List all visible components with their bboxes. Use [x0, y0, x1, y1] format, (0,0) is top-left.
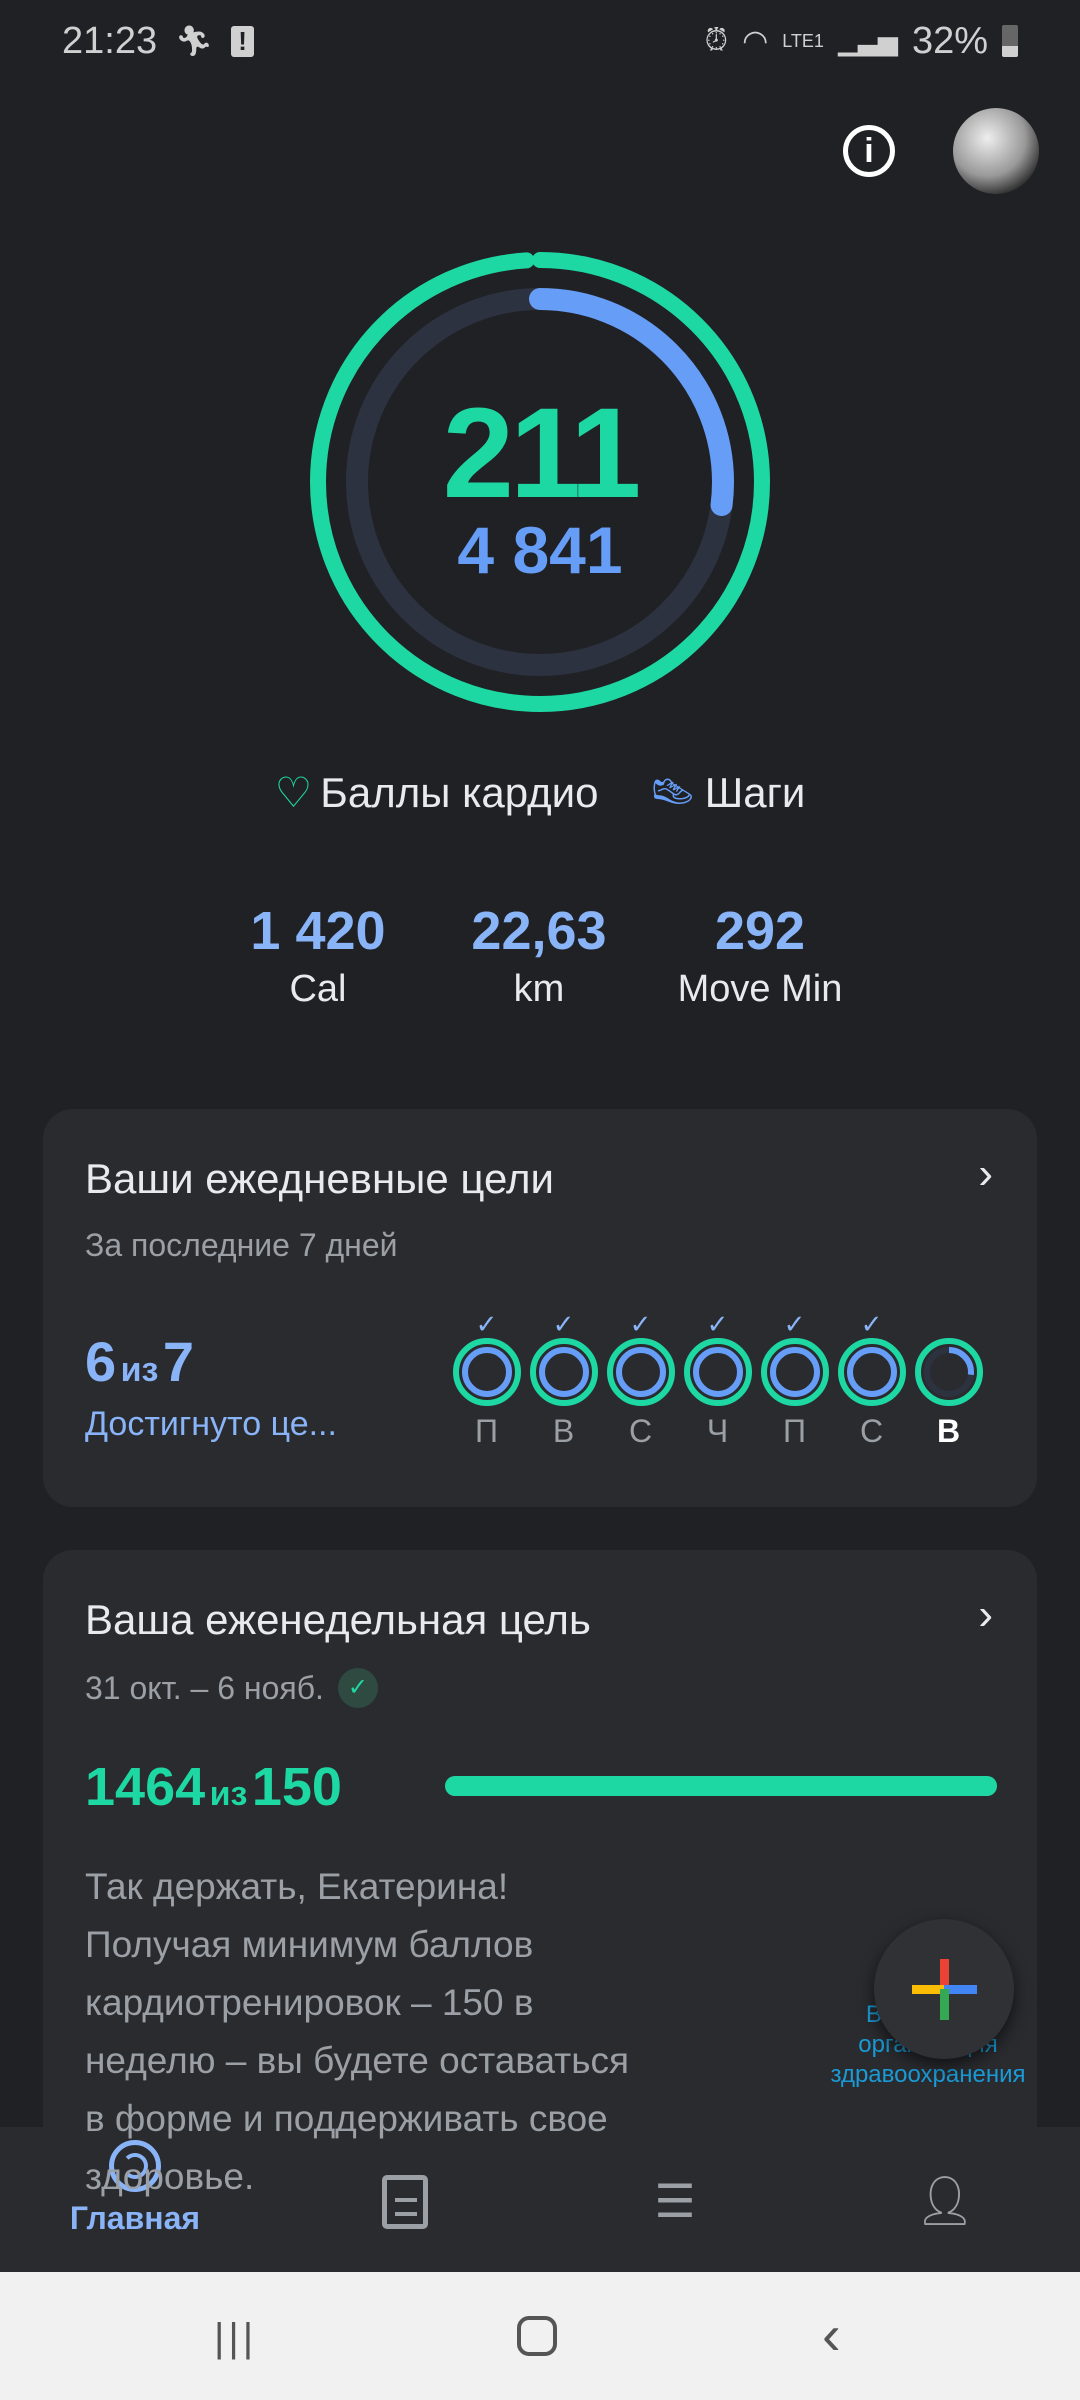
profile-icon: 👤︎	[914, 2175, 976, 2228]
chevron-right-icon[interactable]: ›	[978, 1149, 993, 1199]
day-label: Ч	[706, 1413, 729, 1449]
weekly-goal-target: 150	[251, 1757, 342, 1817]
chevron-right-icon[interactable]: ›	[978, 1590, 993, 1640]
steps-value: 4 841	[457, 513, 623, 587]
wifi-icon: ◠	[742, 24, 769, 58]
stat-label: Cal	[289, 968, 347, 1010]
weekly-progress-fill	[445, 1776, 997, 1796]
message-line: кардиотренировок – 150 в	[85, 1982, 534, 2023]
day-label: П	[475, 1413, 498, 1449]
check-icon: ✓	[783, 1309, 806, 1339]
stat-value: 1 420	[250, 901, 386, 961]
lte-label: LTE1	[782, 30, 824, 51]
day-goal: ✓ П	[756, 1309, 833, 1450]
day-label: П	[783, 1413, 806, 1449]
weekly-value: 1464	[85, 1757, 206, 1817]
plus-icon	[912, 1959, 977, 2020]
message-line: в форме и поддерживать свое	[85, 2098, 608, 2139]
day-label: С	[859, 1413, 884, 1449]
day-ring	[760, 1338, 829, 1406]
day-goal: В	[910, 1309, 987, 1450]
check-badge-icon: ✓	[337, 1668, 378, 1708]
stat-distance: 22,63 km	[439, 900, 639, 1011]
cardio-label: Баллы кардио	[320, 768, 599, 816]
daily-goals-card[interactable]: Ваши ежедневные цели › За последние 7 дн…	[43, 1109, 1037, 1507]
who-line: здравоохранения	[830, 2061, 1026, 2088]
shoe-icon: 👟︎	[648, 771, 697, 814]
day-label: С	[628, 1413, 653, 1449]
days-row: ✓ П ✓ В ✓ С ✓ Ч ✓ П ✓ С В	[448, 1309, 987, 1450]
alert-notification-icon: !	[231, 25, 254, 57]
stat-value: 292	[714, 901, 806, 961]
weekly-dates: 31 окт. – 6 нояб.	[85, 1669, 324, 1706]
day-ring	[914, 1338, 983, 1406]
day-goal: ✓ С	[833, 1309, 910, 1450]
heart-icon: ♡	[274, 769, 313, 816]
weekly-progress-bar	[445, 1776, 997, 1796]
alarm-icon: ⏰︎	[704, 24, 729, 57]
info-icon: i	[864, 132, 874, 170]
browse-list-icon: ☰	[654, 2175, 696, 2227]
day-ring	[529, 1338, 598, 1406]
check-icon: ✓	[552, 1309, 575, 1339]
battery-percent: 32%	[911, 19, 988, 62]
fitness-notification-icon: 🏃︎	[175, 24, 214, 58]
daily-goals-title: Ваши ежедневные цели	[85, 1155, 554, 1202]
day-ring	[606, 1338, 675, 1406]
daily-goals-subtitle: За последние 7 дней	[85, 1227, 398, 1263]
recent-apps-icon[interactable]: |||	[214, 2316, 257, 2361]
check-icon: ✓	[706, 1309, 729, 1339]
total-count: 7	[162, 1330, 195, 1393]
message-line: неделю – вы будете оставаться	[85, 2040, 630, 2081]
ring-legend: ♡ Баллы кардио 👟︎ Шаги	[0, 768, 1080, 817]
goals-achieved: 6 из 7	[85, 1329, 194, 1394]
message-line: Получая минимум баллов	[85, 1924, 534, 1965]
day-goal: ✓ Ч	[679, 1309, 756, 1450]
achieved-count: 6	[85, 1330, 117, 1393]
check-icon: ✓	[475, 1309, 498, 1339]
stat-move-min: 292 Move Min	[640, 900, 880, 1011]
day-goal: ✓ С	[602, 1309, 679, 1450]
steps-label: Шаги	[704, 768, 806, 816]
of-label: из	[120, 1351, 159, 1389]
weekly-message: Так держать, Екатерина! Получая минимум …	[85, 1858, 629, 2206]
clock: 21:23	[62, 19, 158, 62]
day-label: В	[936, 1413, 961, 1449]
check-icon: ✓	[629, 1309, 652, 1339]
day-ring	[837, 1338, 906, 1406]
avatar[interactable]	[953, 108, 1039, 194]
info-button[interactable]: i	[843, 125, 895, 177]
system-navigation-bar: ||| ‹	[0, 2272, 1080, 2400]
back-icon[interactable]: ‹	[822, 2302, 841, 2367]
check-icon: ✓	[860, 1309, 883, 1339]
weekly-goal-title: Ваша еженедельная цель	[85, 1596, 591, 1643]
goals-caption[interactable]: Достигнуто це...	[85, 1405, 337, 1444]
of-label: из	[209, 1775, 248, 1813]
day-label: В	[552, 1413, 575, 1449]
home-icon[interactable]	[517, 2316, 557, 2356]
add-fab[interactable]	[874, 1919, 1014, 2059]
stat-calories: 1 420 Cal	[218, 900, 418, 1011]
stat-label: km	[513, 968, 565, 1010]
day-ring	[452, 1338, 521, 1406]
weekly-progress-value: 1464 из 150	[85, 1756, 342, 1818]
stat-value: 22,63	[471, 901, 607, 961]
heart-points-value: 211	[442, 382, 642, 525]
nav-profile[interactable]: 👤︎	[855, 2178, 1035, 2226]
day-ring	[683, 1338, 752, 1406]
signal-icon: ▁▃▅	[837, 25, 898, 56]
day-goal: ✓ П	[448, 1309, 525, 1450]
message-line: Так держать, Екатерина!	[85, 1866, 509, 1907]
day-goal: ✓ В	[525, 1309, 602, 1450]
message-line: здоровье.	[85, 2156, 255, 2197]
status-bar: 21:23 🏃︎ ! ⏰︎ ◠ LTE1 ▁▃▅ 32%	[62, 18, 1018, 64]
stat-label: Move Min	[677, 968, 843, 1010]
battery-icon	[1002, 25, 1018, 57]
